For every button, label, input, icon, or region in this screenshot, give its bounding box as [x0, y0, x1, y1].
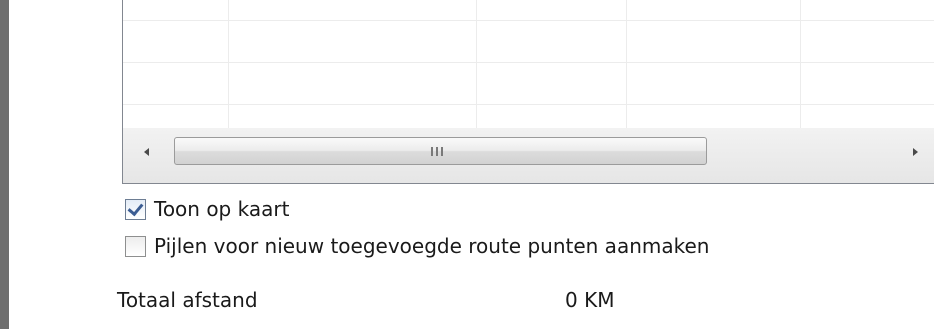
show-on-map-checkbox[interactable] [125, 198, 146, 220]
grid-row-line [123, 20, 934, 21]
scrollbar-thumb[interactable] [174, 137, 707, 165]
grid-row-line [123, 104, 934, 105]
scroll-left-arrow-icon[interactable] [144, 148, 149, 156]
checkmark-icon [127, 199, 144, 216]
scroll-grip-icon [431, 147, 445, 156]
create-arrows-checkbox[interactable] [125, 235, 146, 257]
grid-column-line [800, 0, 801, 128]
create-arrows-label[interactable]: Pijlen voor nieuw toegevoegde route punt… [154, 233, 709, 259]
grid-column-line [476, 0, 477, 128]
scroll-right-arrow-icon[interactable] [913, 148, 918, 156]
grid-row-line [123, 62, 934, 63]
show-on-map-label[interactable]: Toon op kaart [154, 196, 289, 222]
route-points-grid[interactable] [122, 0, 934, 184]
horizontal-scrollbar[interactable] [123, 128, 934, 183]
show-on-map-option[interactable]: Toon op kaart [125, 196, 289, 222]
total-distance-value: 0 KM [565, 288, 615, 312]
grid-column-line [228, 0, 229, 128]
grid-rows-area [123, 0, 934, 128]
grid-column-line [626, 0, 627, 128]
total-distance-label: Totaal afstand [117, 288, 258, 312]
window-left-border [0, 0, 9, 329]
create-arrows-option[interactable]: Pijlen voor nieuw toegevoegde route punt… [125, 233, 709, 259]
